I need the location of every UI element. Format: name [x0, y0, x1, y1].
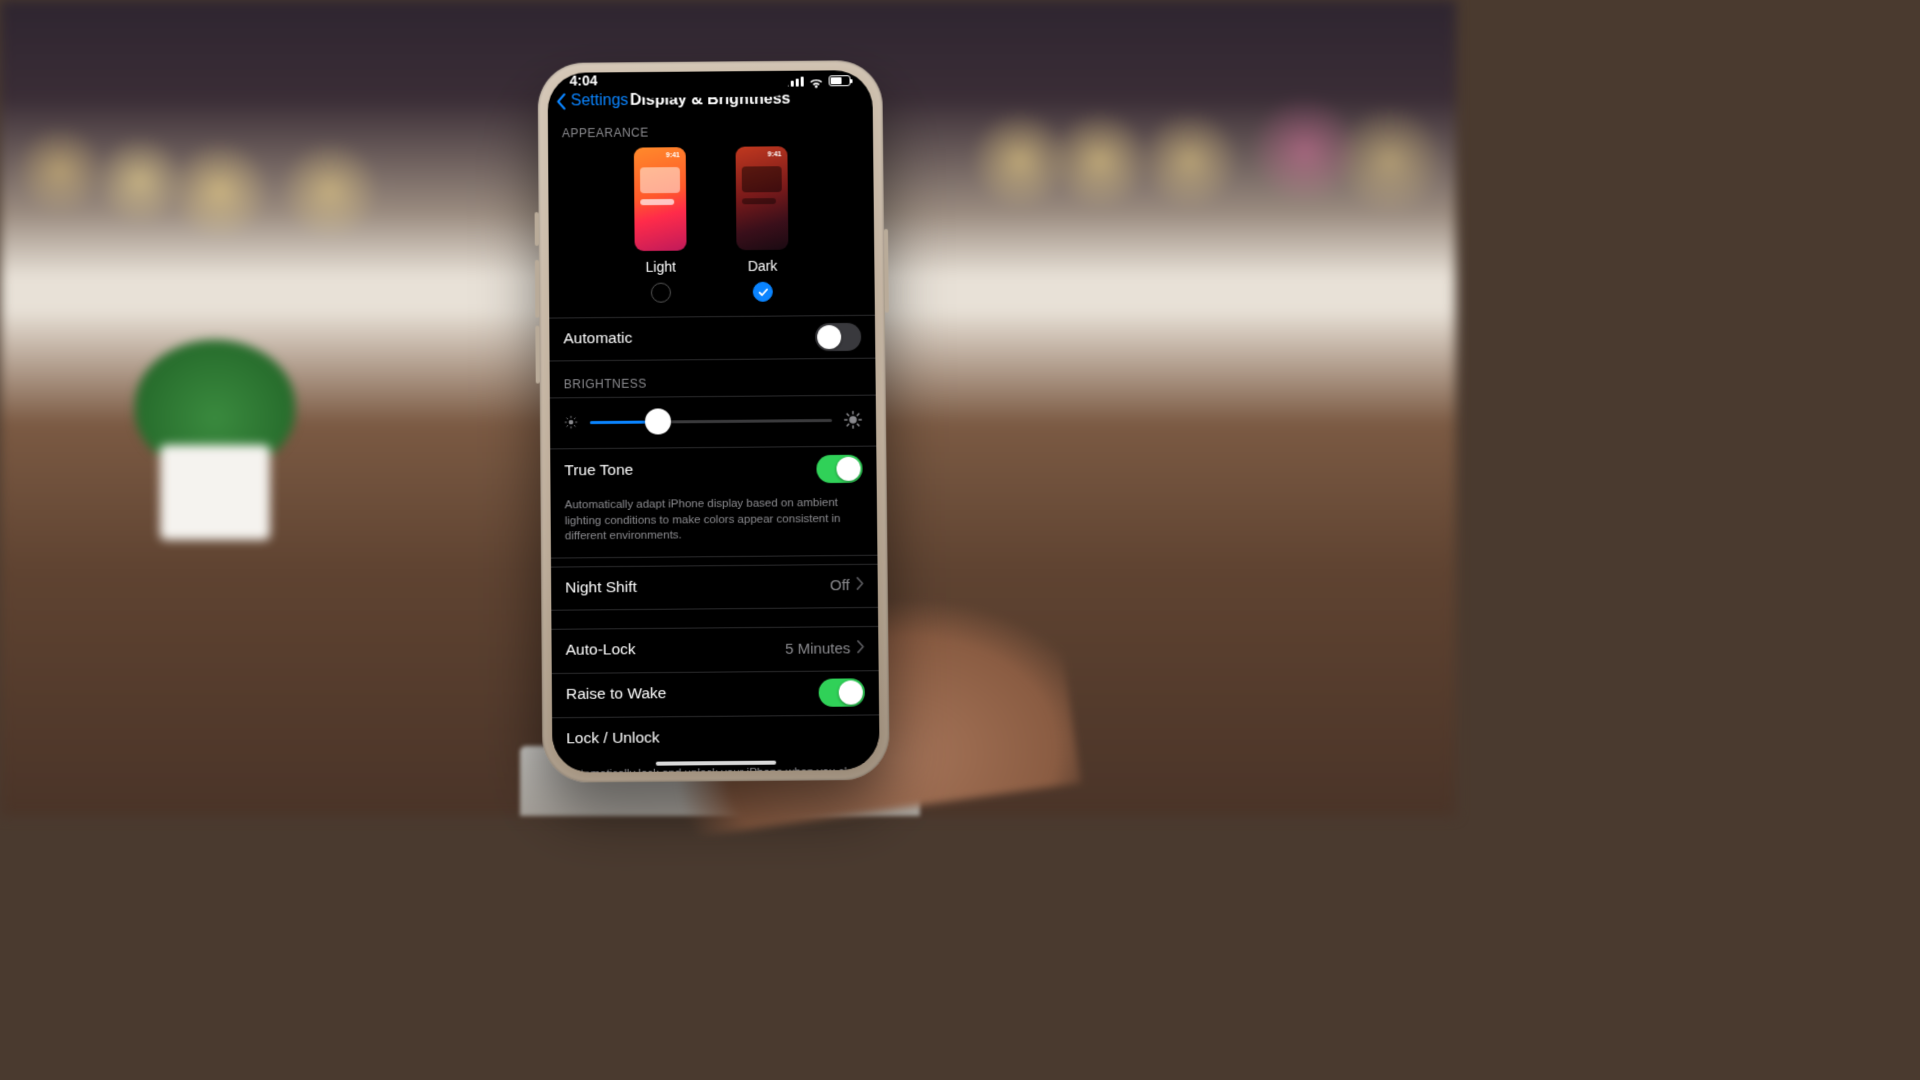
- phone-volume-down: [535, 326, 539, 384]
- appearance-dark-option[interactable]: 9:41 Dark: [736, 146, 789, 302]
- chevron-right-icon: [856, 640, 864, 657]
- automatic-label: Automatic: [563, 330, 632, 349]
- light-preview: 9:41: [634, 147, 687, 251]
- raise-to-wake-row: Raise to Wake: [552, 670, 879, 717]
- auto-lock-row[interactable]: Auto-Lock 5 Minutes: [551, 626, 878, 673]
- dark-radio[interactable]: [753, 282, 773, 302]
- true-tone-row: True Tone: [550, 446, 877, 493]
- night-shift-label: Night Shift: [565, 578, 637, 597]
- screen: 4:04 Settings Display & Brightness APPEA…: [548, 70, 880, 773]
- light-radio[interactable]: [651, 283, 671, 303]
- raise-to-wake-toggle[interactable]: [819, 678, 865, 707]
- lock-unlock-row: Lock / Unlock: [552, 714, 880, 761]
- sun-large-icon: [844, 411, 862, 429]
- photo-plant: [120, 320, 310, 540]
- status-icons: [786, 75, 851, 86]
- phone-mute-switch: [535, 212, 539, 246]
- night-shift-row[interactable]: Night Shift Off: [551, 563, 878, 610]
- auto-lock-label: Auto-Lock: [566, 641, 636, 660]
- chevron-right-icon: [856, 577, 864, 594]
- dark-preview: 9:41: [736, 146, 789, 250]
- wifi-icon: [809, 75, 824, 86]
- night-shift-value: Off: [830, 577, 864, 594]
- preview-time: 9:41: [767, 151, 781, 158]
- appearance-header: APPEARANCE: [548, 108, 873, 147]
- true-tone-label: True Tone: [564, 461, 633, 480]
- dark-label: Dark: [748, 258, 778, 274]
- true-tone-desc: Automatically adapt iPhone display based…: [550, 490, 877, 559]
- status-time: 4:04: [569, 72, 597, 88]
- notch: [630, 71, 790, 98]
- automatic-toggle[interactable]: [815, 323, 861, 351]
- phone-volume-up: [535, 260, 539, 318]
- lock-unlock-label: Lock / Unlock: [566, 729, 660, 748]
- back-label: Settings: [571, 92, 629, 110]
- appearance-light-option[interactable]: 9:41 Light: [634, 147, 687, 303]
- battery-icon: [829, 75, 851, 86]
- automatic-row: Automatic: [549, 315, 875, 362]
- chevron-left-icon: [556, 93, 568, 111]
- sun-small-icon: [564, 415, 578, 429]
- brightness-slider-row: [550, 395, 876, 449]
- auto-lock-value: 5 Minutes: [785, 640, 864, 658]
- brightness-header: BRIGHTNESS: [550, 359, 876, 398]
- raise-to-wake-label: Raise to Wake: [566, 685, 667, 704]
- true-tone-toggle[interactable]: [816, 454, 862, 482]
- back-button[interactable]: Settings: [556, 92, 629, 110]
- light-label: Light: [646, 259, 676, 275]
- brightness-slider[interactable]: [590, 406, 832, 436]
- preview-time: 9:41: [666, 152, 680, 159]
- iphone-frame: 4:04 Settings Display & Brightness APPEA…: [538, 60, 890, 783]
- appearance-options: 9:41 Light 9:41 Dark: [548, 144, 875, 310]
